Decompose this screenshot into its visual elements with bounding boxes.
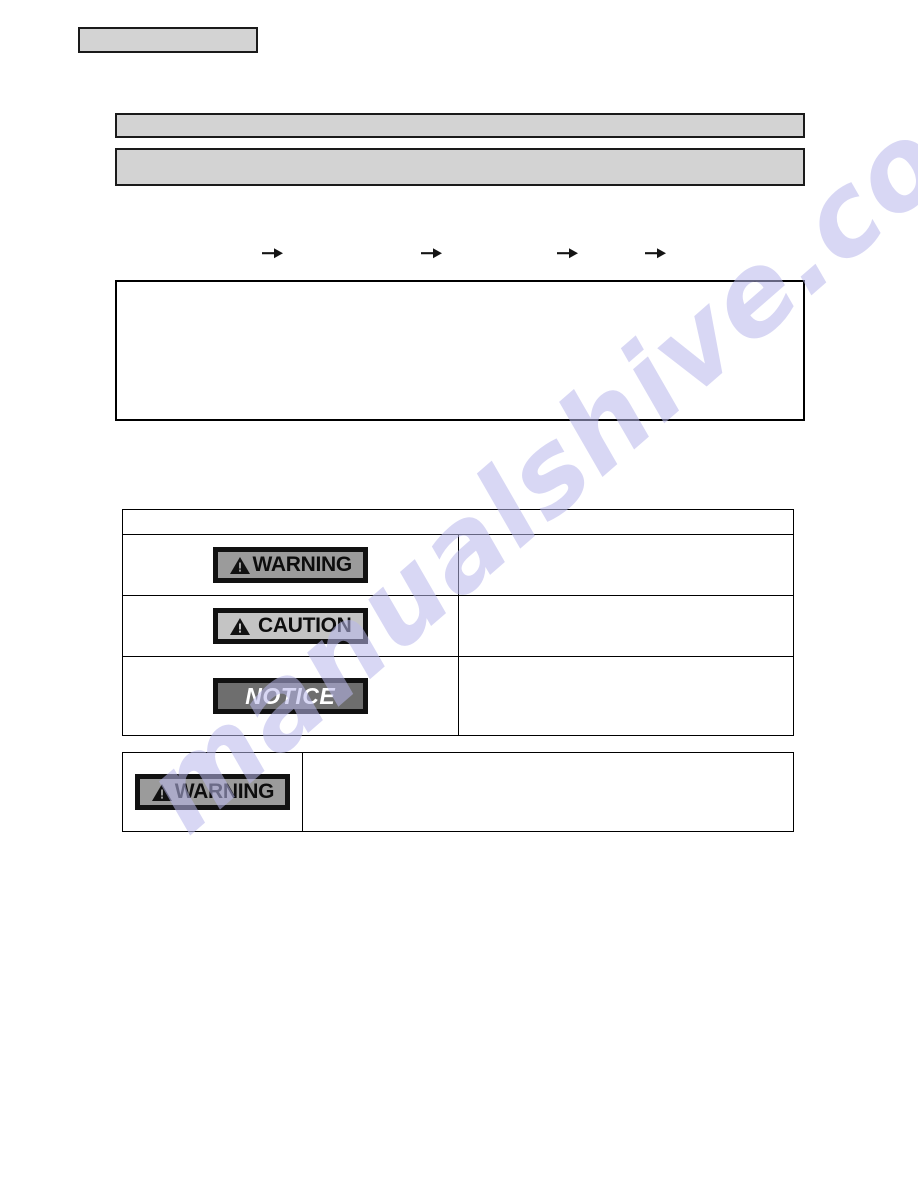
legend-header-cell [122,509,794,535]
table-row: WARNING [122,752,794,832]
warning-callout-table: WARNING [122,752,794,832]
notice-badge-cell: NOTICE [122,656,459,736]
content-panel [115,280,805,421]
caution-badge-label: CAUTION [257,614,352,637]
warning-description-cell [457,534,794,596]
warning-triangle-icon [229,556,251,575]
warning-badge: WARNING [212,547,368,583]
page-title-box [78,27,258,53]
callout-warning-description-cell [302,752,794,832]
banner-bar-primary [115,113,805,138]
signal-word-legend-table: WARNING CAUTION NOTICE [122,509,794,736]
notice-description-cell [457,656,794,736]
warning-badge-label: WARNING [174,780,275,803]
callout-warning-badge-cell: WARNING [122,752,303,832]
table-row: WARNING [122,534,794,596]
warning-triangle-icon [151,783,173,802]
arrow-right-icon [262,246,284,260]
warning-badge-cell: WARNING [122,534,459,596]
caution-description-cell [457,595,794,657]
warning-triangle-icon [229,617,251,636]
table-header-row [122,509,794,535]
arrow-right-icon [645,246,667,260]
warning-badge: WARNING [135,774,290,810]
notice-badge-label: NOTICE [245,683,336,709]
table-row: NOTICE [122,656,794,736]
banner-bar-secondary [115,148,805,186]
arrow-right-icon [557,246,579,260]
table-row: CAUTION [122,595,794,657]
warning-badge-label: WARNING [252,553,353,576]
caution-badge: CAUTION [212,608,368,644]
notice-badge: NOTICE [212,678,368,714]
arrow-right-icon [421,246,443,260]
document-page: manualshive.com WARNING CAUTION NOTICE W… [0,0,918,1188]
caution-badge-cell: CAUTION [122,595,459,657]
